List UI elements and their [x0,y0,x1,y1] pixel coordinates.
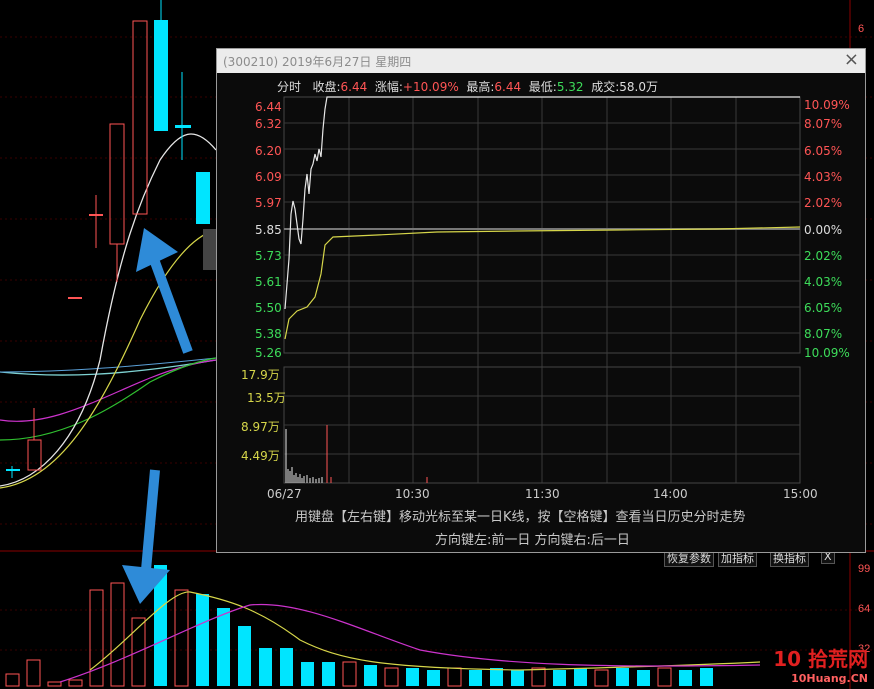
pct-label-right: 6.05% [804,301,843,315]
price-label-left: 5.61 [255,275,282,289]
volume-axis-label: 17.9万 [241,368,280,382]
watermark-text: 拾荒网 [808,647,868,671]
svg-text:99: 99 [858,563,870,575]
time-axis-label: 11:30 [525,487,560,501]
price-label-left: 5.38 [255,327,282,341]
price-label-left: 5.50 [255,301,282,315]
pct-label-right: 8.07% [804,117,843,131]
watermark: 10 拾荒网 10Huang.CN [773,643,868,685]
pct-label-right: 10.09% [804,98,850,112]
arrow-up-icon [136,228,193,354]
pct-label-right: 2.02% [804,249,843,263]
pct-label-right: 10.09% [804,346,850,360]
time-axis-label: 14:00 [653,487,688,501]
volume-axis-label: 8.97万 [241,420,280,434]
intraday-chart[interactable] [217,49,867,554]
pct-label-right: 2.02% [804,196,843,210]
svg-text:64: 64 [858,603,870,615]
price-label-left: 5.26 [255,346,282,360]
pct-label-right: 4.03% [804,170,843,184]
time-axis-label: 06/27 [267,487,302,501]
price-label-left: 6.32 [255,117,282,131]
keyboard-hint: 用键盘【左右键】移动光标至某一日K线，按【空格键】查看当日历史分时走势 [295,510,746,525]
price-label-left: 6.09 [255,170,282,184]
svg-text:6: 6 [858,23,864,35]
time-axis-label: 10:30 [395,487,430,501]
arrow-key-hint: 方向键左:前一日 方向键右:后一日 [435,533,630,548]
price-label-left: 5.97 [255,196,282,210]
pct-label-right: 0.00% [804,223,843,237]
pct-label-right: 4.03% [804,275,843,289]
time-axis-label: 15:00 [783,487,818,501]
volume-axis-label: 4.49万 [241,449,280,463]
price-label-left: 6.20 [255,144,282,158]
volume-axis-label: 13.5万 [247,391,286,405]
watermark-logo: 10 [773,647,802,671]
watermark-domain: 10Huang.CN [791,672,868,685]
price-label-left: 5.73 [255,249,282,263]
price-label-left: 6.44 [255,100,282,114]
pct-label-right: 6.05% [804,144,843,158]
intraday-popup-window: (300210) 2019年6月27日 星期四 × 分时 收盘:6.44 涨幅:… [216,48,866,553]
price-label-left: 5.85 [255,223,282,237]
pct-label-right: 8.07% [804,327,843,341]
